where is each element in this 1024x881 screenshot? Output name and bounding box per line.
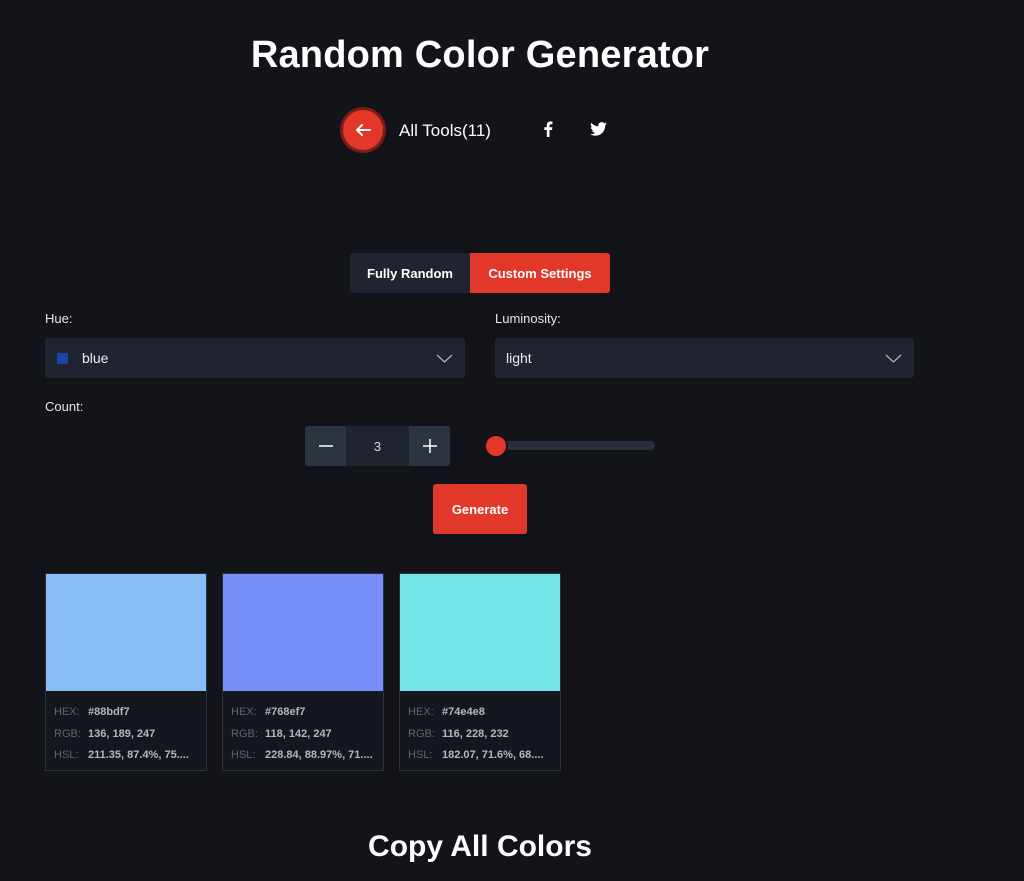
- increment-button[interactable]: [409, 426, 450, 466]
- count-stepper: 3: [305, 426, 450, 466]
- rgb-value[interactable]: 136, 189, 247: [88, 728, 155, 740]
- luminosity-select[interactable]: light: [495, 338, 914, 378]
- rgb-label: RGB:: [54, 727, 81, 740]
- color-swatch[interactable]: [400, 574, 560, 691]
- hsl-value[interactable]: 228.84, 88.97%, 71....: [265, 749, 373, 761]
- hex-value[interactable]: #768ef7: [265, 706, 305, 718]
- color-card: HEX: #88bdf7 RGB: 136, 189, 247 HSL: 211.35…: [45, 573, 207, 771]
- mode-tabs: Fully Random Custom Settings: [350, 253, 610, 293]
- rgb-label: RGB:: [408, 727, 435, 740]
- tab-custom-settings[interactable]: Custom Settings: [470, 253, 610, 293]
- luminosity-selected-value: light: [506, 350, 532, 366]
- count-slider-thumb[interactable]: [485, 436, 506, 456]
- color-card: HEX: #74e4e8 RGB: 116, 228, 232 HSL: 182.07…: [399, 573, 561, 771]
- twitter-icon: [589, 122, 607, 136]
- rgb-label: RGB:: [231, 727, 258, 740]
- hue-label: Hue:: [45, 311, 73, 326]
- hex-value[interactable]: #88bdf7: [88, 706, 130, 718]
- all-tools-link[interactable]: All Tools(11): [399, 121, 491, 141]
- color-swatch[interactable]: [46, 574, 206, 691]
- hue-color-swatch: [57, 352, 68, 364]
- hsl-label: HSL:: [54, 749, 79, 761]
- arrow-left-icon: [356, 124, 371, 136]
- count-value[interactable]: 3: [346, 426, 409, 466]
- hex-value[interactable]: #74e4e8: [442, 706, 485, 718]
- back-button[interactable]: [343, 110, 383, 150]
- minus-icon: [318, 445, 333, 447]
- color-swatch[interactable]: [223, 574, 383, 691]
- rgb-value[interactable]: 118, 142, 247: [265, 728, 332, 740]
- count-label: Count:: [45, 399, 84, 414]
- facebook-icon: [544, 121, 553, 137]
- generate-button[interactable]: Generate: [433, 484, 527, 534]
- hex-label: HEX:: [54, 706, 80, 718]
- count-slider-track[interactable]: [484, 441, 655, 450]
- page-title: Random Color Generator: [250, 34, 710, 76]
- hex-label: HEX:: [408, 706, 434, 718]
- hex-label: HEX:: [231, 706, 257, 718]
- plus-icon: [422, 439, 437, 453]
- hsl-label: HSL:: [408, 749, 433, 761]
- chevron-down-icon: [885, 354, 902, 363]
- rgb-value[interactable]: 116, 228, 232: [442, 728, 509, 740]
- copy-all-colors-heading: Copy All Colors: [368, 830, 592, 863]
- hsl-label: HSL:: [231, 749, 256, 761]
- luminosity-label: Luminosity:: [495, 311, 561, 326]
- color-card: HEX: #768ef7 RGB: 118, 142, 247 HSL: 228.84…: [222, 573, 384, 771]
- hsl-value[interactable]: 211.35, 87.4%, 75....: [88, 749, 189, 761]
- facebook-share-button[interactable]: [537, 118, 559, 140]
- hsl-value[interactable]: 182.07, 71.6%, 68....: [442, 749, 544, 761]
- hue-select[interactable]: blue: [45, 338, 465, 378]
- twitter-share-button[interactable]: [587, 118, 609, 140]
- hue-selected-value: blue: [82, 350, 109, 366]
- tab-fully-random[interactable]: Fully Random: [350, 253, 470, 293]
- decrement-button[interactable]: [305, 426, 346, 466]
- chevron-down-icon: [436, 354, 453, 363]
- color-results: HEX: #88bdf7 RGB: 136, 189, 247 HSL: 211.35…: [45, 573, 561, 771]
